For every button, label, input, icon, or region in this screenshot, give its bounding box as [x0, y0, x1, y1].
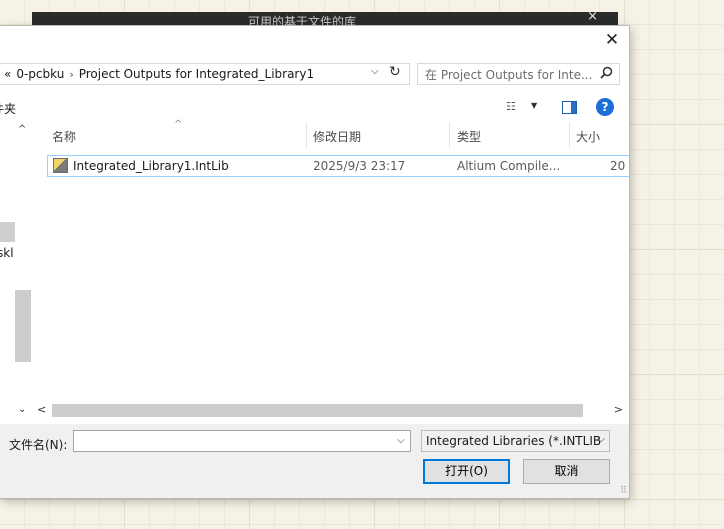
view-options-icon[interactable]: ☷ [506, 100, 516, 113]
nav-scroll-down-icon[interactable]: ⌄ [18, 404, 26, 415]
intlib-file-icon [53, 158, 68, 173]
nav-item-label[interactable]: skl [0, 246, 14, 260]
column-divider[interactable] [306, 122, 307, 148]
horizontal-scrollbar-thumb[interactable] [52, 404, 583, 417]
nav-selected-item[interactable] [0, 222, 15, 242]
help-icon[interactable]: ? [596, 98, 614, 116]
column-type[interactable]: 类型 [457, 128, 481, 145]
file-name: Integrated_Library1.IntLib [73, 159, 229, 173]
cancel-button[interactable]: 取消 [523, 459, 610, 484]
filter-value: Integrated Libraries (*.INTLIB [426, 434, 602, 448]
filter-dropdown-icon[interactable]: ⌵ [597, 434, 605, 445]
address-bar[interactable]: « 0-pcbku › Project Outputs for Integrat… [0, 63, 410, 85]
search-input[interactable]: 在 Project Outputs for Inte... [417, 63, 620, 85]
file-row[interactable]: Integrated_Library1.IntLib 2025/9/3 23:1… [47, 155, 629, 177]
file-date: 2025/9/3 23:17 [313, 159, 406, 173]
scroll-left-icon[interactable]: < [37, 403, 46, 416]
resize-grip-icon[interactable]: ⠿ [620, 486, 627, 496]
filename-label: 文件名(N): [9, 438, 68, 452]
column-header: ^ 名称 修改日期 类型 大小 [31, 119, 629, 148]
toolbar: 件夹 ☷ ▼ ? [0, 98, 629, 120]
new-folder-button-label[interactable]: 件夹 [0, 100, 16, 117]
filename-input[interactable] [73, 430, 411, 452]
sort-indicator-icon: ^ [174, 119, 183, 130]
scroll-right-icon[interactable]: > [614, 403, 623, 416]
file-type: Altium Compile... [457, 159, 561, 173]
search-placeholder: 在 Project Outputs for Inte... [425, 67, 593, 82]
open-button[interactable]: 打开(O) [423, 459, 510, 484]
file-open-dialog: ✕ « 0-pcbku › Project Outputs for Integr… [0, 26, 629, 498]
column-divider[interactable] [569, 122, 570, 148]
breadcrumb-chevron-icon[interactable]: › [69, 68, 73, 81]
breadcrumb-segment-folder[interactable]: 0-pcbku [16, 67, 64, 81]
view-dropdown-icon[interactable]: ▼ [531, 101, 537, 110]
address-dropdown-icon[interactable]: ⌵ [371, 66, 379, 77]
column-name[interactable]: 名称 [52, 128, 76, 145]
column-divider[interactable] [449, 122, 450, 148]
close-icon[interactable]: ✕ [601, 29, 623, 51]
navigation-pane[interactable]: ^ skl ⌄ [0, 122, 31, 424]
file-type-filter-select[interactable]: Integrated Libraries (*.INTLIB ⌵ [421, 430, 610, 452]
nav-scrollbar-thumb[interactable] [15, 290, 31, 362]
refresh-icon[interactable]: ↻ [389, 64, 401, 80]
file-size: 20 [610, 159, 626, 173]
nav-scroll-up-icon[interactable]: ^ [18, 124, 26, 135]
column-size[interactable]: 大小 [576, 128, 600, 145]
column-date[interactable]: 修改日期 [313, 128, 361, 145]
preview-pane-icon[interactable] [562, 101, 577, 114]
breadcrumb-segment-current[interactable]: Project Outputs for Integrated_Library1 [79, 67, 314, 81]
dialog-footer: 文件名(N): ⌵ Integrated Libraries (*.INTLIB… [0, 424, 629, 498]
horizontal-scrollbar[interactable]: < > [31, 402, 629, 419]
breadcrumb-overflow[interactable]: « [4, 67, 11, 81]
search-icon[interactable] [600, 66, 613, 79]
filename-dropdown-icon[interactable]: ⌵ [397, 435, 405, 446]
